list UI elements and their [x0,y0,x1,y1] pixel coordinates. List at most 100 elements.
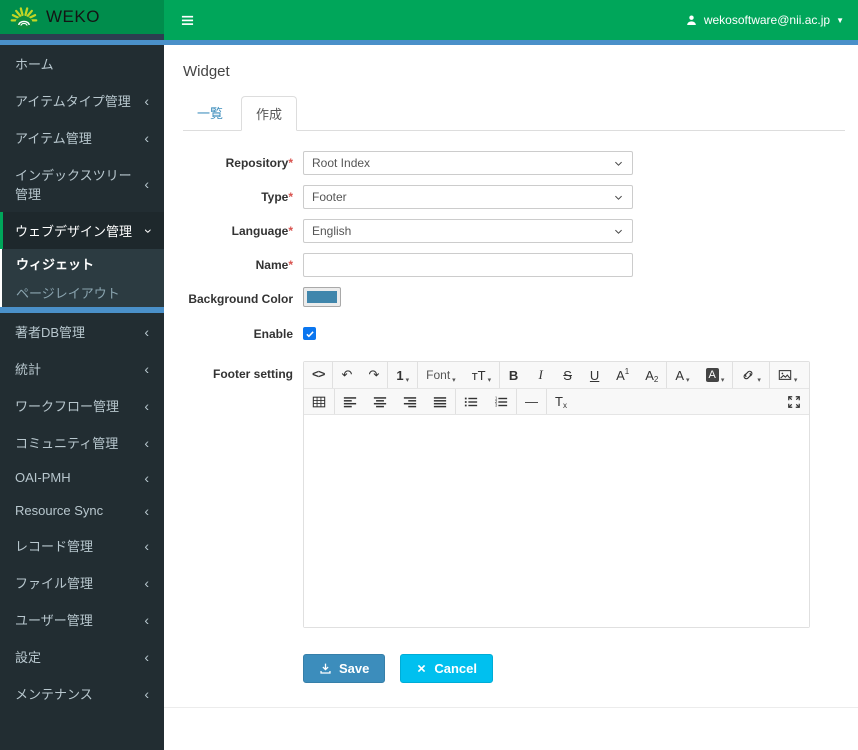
sidebar-item-web-design[interactable]: ウェブデザイン管理 ‹ [0,212,164,249]
sidebar-subitem[interactable]: ページレイアウト [2,278,164,307]
close-icon [416,663,427,674]
sidebar-item-label: ユーザー管理 [15,613,93,628]
sidebar-item[interactable]: 統計 ‹ [0,350,164,387]
background-color-button[interactable]: A ▾ [698,362,733,388]
caret-down-icon: ▾ [405,377,410,384]
paragraph-style-button[interactable]: 1 ▾ [388,362,417,388]
chevron-left-icon: ‹ [144,129,149,146]
sidebar-item-label: 設定 [15,650,42,665]
chevron-left-icon: ‹ [144,574,149,591]
chevron-left-icon: ‹ [144,537,149,554]
sidebar-item-label: ウェブデザイン管理 [15,224,133,239]
language-select[interactable]: English [303,219,633,243]
sidebar-item[interactable]: アイテム管理 ‹ [0,119,164,156]
font-color-button[interactable]: A ▾ [667,362,697,388]
chevron-down-icon [613,226,624,237]
sidebar-item-label: 著者DB管理 [15,325,86,340]
repository-select[interactable]: Root Index [303,151,633,175]
sidebar-item[interactable]: ホーム [0,45,164,82]
footer-setting-row: Footer setting <> ↶ ↷ 1 ▾ Font ▾ тT ▾ B I S U A 1 A 2 A ▾ A… [183,361,845,628]
rich-text-editor: <> ↶ ↷ 1 ▾ Font ▾ тT ▾ B I S U A 1 A 2 A ▾ A ▾ ▾ ▾ — Tx [303,361,810,628]
clear-format-button[interactable]: Tx [547,389,575,414]
user-menu[interactable]: wekosoftware@nii.ac.jp ▼ [685,13,858,27]
fullscreen-button[interactable] [779,389,809,414]
caret-down-icon: ▾ [686,377,690,384]
sidebar-item[interactable]: インデックスツリー管理 ‹ [0,156,164,212]
type-select[interactable]: Footer [303,185,633,209]
subscript-button[interactable]: A2 [637,362,666,388]
bold-button[interactable]: B [500,362,527,388]
tab-create[interactable]: 作成 [241,96,298,131]
cancel-button-label: Cancel [434,661,478,676]
sidebar-subitem-label: ウィジェット [16,257,95,272]
save-button[interactable]: Save [303,654,386,683]
sidebar-item-label: メンテナンス [15,687,93,702]
content-footer-divider [164,707,858,708]
font-size-button[interactable]: тT ▾ [464,362,499,388]
sidebar-item[interactable]: レコード管理 ‹ [0,527,164,564]
sidebar-item[interactable]: ユーザー管理 ‹ [0,601,164,638]
sidebar-item[interactable]: Resource Sync ‹ [0,494,164,527]
align-left-button[interactable] [335,389,365,414]
sidebar-subitem[interactable]: ウィジェット [2,249,164,278]
strikethrough-button[interactable]: S [554,362,581,388]
redo-button[interactable]: ↷ [360,362,387,388]
user-icon [685,14,698,27]
sidebar-item[interactable]: ワークフロー管理 ‹ [0,387,164,424]
repository-selected-value: Root Index [312,156,371,170]
sidebar-item[interactable]: 設定 ‹ [0,638,164,675]
tab-list[interactable]: 一覧 [183,96,237,130]
footer-setting-label: Footer setting [213,367,293,381]
top-navbar: wekosoftware@nii.ac.jp ▼ [164,0,858,40]
insert-image-button[interactable]: ▾ [770,362,806,388]
font-family-button[interactable]: Font ▾ [418,362,464,388]
editor-content-area[interactable] [304,415,809,627]
sidebar-item[interactable]: アイテムタイプ管理 ‹ [0,82,164,119]
enable-checkbox[interactable] [303,327,316,340]
sidebar-item[interactable]: 著者DB管理 ‹ [0,313,164,350]
underline-button[interactable]: U [581,362,608,388]
chevron-down-icon: ‹ [138,228,155,233]
horizontal-rule-button[interactable]: — [517,389,546,414]
sidebar-item[interactable]: コミュニティ管理 ‹ [0,424,164,461]
align-center-button[interactable] [365,389,395,414]
sidebar-item-label: OAI-PMH [15,470,71,485]
chevron-left-icon: ‹ [144,323,149,340]
name-label: Name* [255,258,293,272]
ordered-list-button[interactable] [486,389,516,414]
check-icon [305,329,315,339]
chevron-down-icon [613,192,624,203]
undo-button[interactable]: ↶ [333,362,360,388]
background-color-swatch[interactable] [303,287,341,307]
sidebar-item[interactable]: OAI-PMH ‹ [0,461,164,494]
page-title: Widget [183,63,230,80]
user-email: wekosoftware@nii.ac.jp [703,13,831,27]
caret-down-icon: ▼ [836,15,844,25]
cancel-button[interactable]: Cancel [400,654,494,683]
sidebar-toggle-button[interactable] [164,14,211,27]
insert-table-button[interactable] [304,389,334,414]
editor-toolbar-row-1: <> ↶ ↷ 1 ▾ Font ▾ тT ▾ B I S U A 1 A 2 A ▾ A ▾ ▾ ▾ [304,362,809,389]
insert-link-button[interactable]: ▾ [733,362,769,388]
code-view-button[interactable]: <> [304,362,332,388]
name-input[interactable] [303,253,633,277]
sidebar-bottom-list: 著者DB管理 ‹ 統計 ‹ ワークフロー管理 ‹ コミュニティ管理 ‹ OAI-… [0,313,164,712]
weko-logo[interactable]: WEKO [0,0,164,34]
widget-form: Repository* Root Index Type* Footer Lang… [183,151,845,683]
sidebar-item[interactable]: メンテナンス ‹ [0,675,164,712]
download-icon [319,662,332,675]
align-right-button[interactable] [395,389,425,414]
sidebar-item-label: レコード管理 [15,539,94,554]
unordered-list-button[interactable] [456,389,486,414]
italic-button[interactable]: I [527,362,554,388]
chevron-left-icon: ‹ [144,611,149,628]
sidebar-item-label: ホーム [15,57,54,72]
repository-label: Repository* [225,156,293,170]
brand-underlay [0,34,164,40]
sidebar-item[interactable]: ファイル管理 ‹ [0,564,164,601]
chevron-left-icon: ‹ [144,434,149,451]
caret-down-icon: ▾ [487,377,492,384]
superscript-button[interactable]: A1 [608,362,637,388]
align-justify-button[interactable] [425,389,455,414]
